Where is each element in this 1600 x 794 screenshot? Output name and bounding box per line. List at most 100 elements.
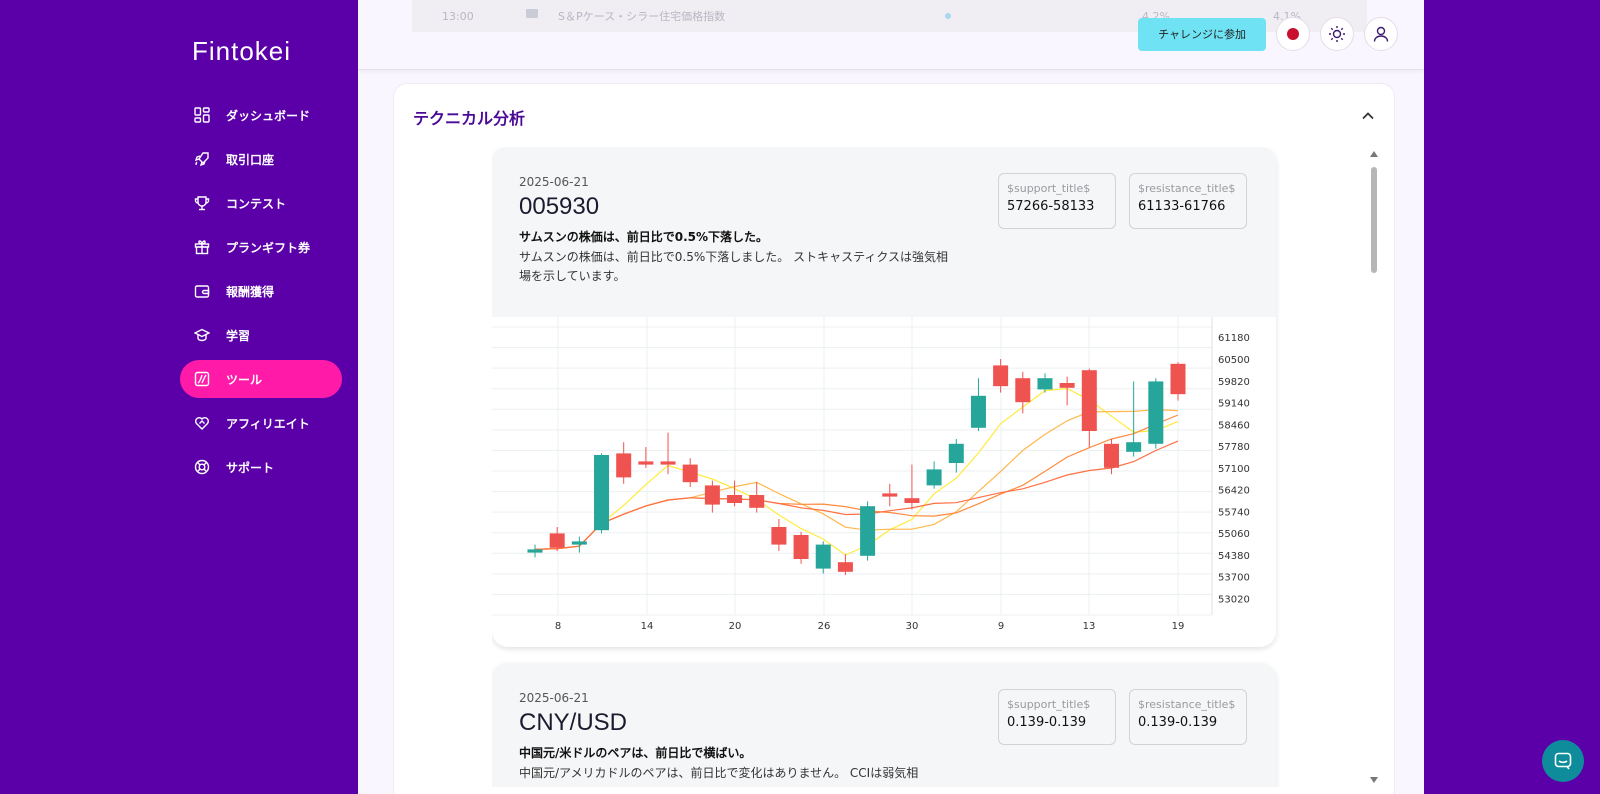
analysis-description: 中国元/アメリカドルのペアは、前日比で変化はありません。 CCIは弱気相 <box>519 766 919 780</box>
chat-icon <box>1554 752 1572 770</box>
resistance-title: $resistance_title$ <box>1138 182 1236 195</box>
dashboard-icon <box>194 107 210 123</box>
sidebar-item-label: 学習 <box>226 328 251 343</box>
sidebar-item-rewards[interactable]: 報酬獲得 <box>180 272 342 310</box>
candle-body <box>704 485 720 505</box>
support-title: $support_title$ <box>1007 698 1091 711</box>
profile-button[interactable] <box>1364 17 1398 51</box>
analysis-description: サムスンの株価は、前日比で0.5%下落しました。 ストキャスティクスは強気相場を… <box>519 250 948 283</box>
right-gutter <box>1424 0 1600 794</box>
support-box: $support_title$ 57266-58133 <box>998 173 1116 229</box>
candle-body <box>771 527 787 545</box>
sidebar-item-label: アフィリエイト <box>226 416 310 431</box>
sidebar-item-affiliate[interactable]: アフィリエイト <box>180 404 342 442</box>
candle-body <box>527 549 543 553</box>
wallet-icon <box>194 283 210 299</box>
candle-body <box>1015 378 1031 403</box>
y-tick-label: 55740 <box>1218 507 1250 518</box>
importance-dot <box>945 13 951 19</box>
candle-body <box>970 395 986 428</box>
x-tick-label: 26 <box>818 621 831 632</box>
fintokei-logo[interactable]: Fintokei <box>192 36 291 67</box>
sidebar-item-plan-gift[interactable]: プランギフト券 <box>180 228 342 266</box>
x-tick-label: 30 <box>906 621 919 632</box>
analysis-date: 2025-06-21 <box>519 691 589 705</box>
heart-handshake-icon <box>194 415 210 431</box>
sidebar-item-label: 報酬獲得 <box>226 284 275 299</box>
scroll-thumb[interactable] <box>1371 167 1377 273</box>
support-value: 0.139-0.139 <box>1007 715 1087 730</box>
support-value: 57266-58133 <box>1007 199 1095 214</box>
candle-body <box>882 493 898 497</box>
sidebar-item-label: コンテスト <box>226 196 287 211</box>
graduation-cap-icon <box>194 327 210 343</box>
analysis-list[interactable]: 2025-06-21 005930 サムスンの株価は、前日比で0.5%下落した。… <box>492 147 1352 787</box>
sidebar-item-contest[interactable]: コンテスト <box>180 184 342 222</box>
analysis-card: 2025-06-21 005930 サムスンの株価は、前日比で0.5%下落した。… <box>492 147 1276 647</box>
candle-body <box>904 498 920 503</box>
resistance-box: $resistance_title$ 0.139-0.139 <box>1129 689 1247 745</box>
trophy-icon <box>194 195 210 211</box>
sidebar-item-dashboard[interactable]: ダッシュボード <box>180 96 342 134</box>
technical-analysis-title: テクニカル分析 <box>413 109 526 128</box>
event-name: S＆Pケース・シラー住宅価格指数 <box>558 10 726 23</box>
candle-body <box>638 461 654 465</box>
candle-body <box>660 461 676 465</box>
resistance-box: $resistance_title$ 61133-61766 <box>1129 173 1247 229</box>
join-challenge-button[interactable]: チャレンジに参加 <box>1138 17 1266 51</box>
x-tick-label: 20 <box>729 621 742 632</box>
scroll-down-arrow[interactable] <box>1370 777 1378 783</box>
support-box: $support_title$ 0.139-0.139 <box>998 689 1116 745</box>
topbar-actions: チャレンジに参加 <box>1138 17 1398 51</box>
gift-icon <box>194 239 210 255</box>
candle-body <box>727 495 743 503</box>
chart-svg: 8 14 20 26 30 9 13 19 61180 60500 59820 59140 58460 5… <box>492 317 1250 632</box>
x-tick-label: 9 <box>998 621 1004 632</box>
sidebar-nav: ダッシュボード 取引口座 コンテスト プランギフト券 報酬獲得 学習 ツール ア… <box>180 96 342 492</box>
lifebuoy-icon <box>194 459 210 475</box>
resistance-value: 0.139-0.139 <box>1138 715 1218 730</box>
candle-body <box>571 541 587 545</box>
candle-body <box>1148 381 1164 444</box>
candle-body <box>1081 370 1097 431</box>
language-button[interactable] <box>1276 17 1310 51</box>
y-tick-label: 59820 <box>1218 377 1250 388</box>
main-content: 13:00 S＆Pケース・シラー住宅価格指数 4.2% 4.1% チャレンジに参… <box>358 0 1424 794</box>
sidebar-item-support[interactable]: サポート <box>180 448 342 486</box>
candle-body <box>1126 442 1142 452</box>
analysis-date: 2025-06-21 <box>519 175 589 189</box>
chat-support-button[interactable] <box>1542 740 1584 782</box>
candlestick-chart[interactable]: 8 14 20 26 30 9 13 19 61180 60500 59820 59140 58460 5… <box>492 317 1276 647</box>
analysis-symbol: CNY/USD <box>519 709 628 736</box>
candle-body <box>837 562 853 572</box>
x-tick-label: 8 <box>555 621 561 632</box>
resistance-value: 61133-61766 <box>1138 199 1226 214</box>
scroll-up-arrow[interactable] <box>1370 151 1378 157</box>
candle-body <box>1059 383 1075 388</box>
y-tick-label: 53700 <box>1218 573 1250 584</box>
candle-body <box>1037 378 1053 390</box>
japan-flag-icon <box>1287 28 1299 40</box>
sidebar-item-trading-accounts[interactable]: 取引口座 <box>180 140 342 178</box>
y-tick-label: 55060 <box>1218 529 1250 540</box>
resistance-title: $resistance_title$ <box>1138 698 1236 711</box>
y-tick-label: 53020 <box>1218 594 1250 605</box>
candle-body <box>594 455 610 531</box>
chevron-up-icon[interactable] <box>1360 108 1376 124</box>
candle-body <box>1170 363 1186 395</box>
support-title: $support_title$ <box>1007 182 1091 195</box>
moving-average-mid-line <box>534 408 1179 550</box>
y-tick-label: 59140 <box>1218 399 1250 410</box>
candle-body <box>793 535 809 559</box>
theme-toggle-button[interactable] <box>1320 17 1354 51</box>
sidebar-item-label: プランギフト券 <box>226 240 311 255</box>
analysis-headline: 中国元/米ドルのペアは、前日比で横ばい。 <box>519 746 752 760</box>
user-icon <box>1373 26 1389 42</box>
analysis-scrollbar[interactable] <box>1370 151 1378 791</box>
y-tick-label: 57100 <box>1218 464 1250 475</box>
sidebar-item-label: 取引口座 <box>226 152 275 167</box>
tools-icon <box>194 371 210 387</box>
sidebar-item-learning[interactable]: 学習 <box>180 316 342 354</box>
sidebar-item-tools[interactable]: ツール <box>180 360 342 398</box>
candle-body <box>926 469 942 486</box>
